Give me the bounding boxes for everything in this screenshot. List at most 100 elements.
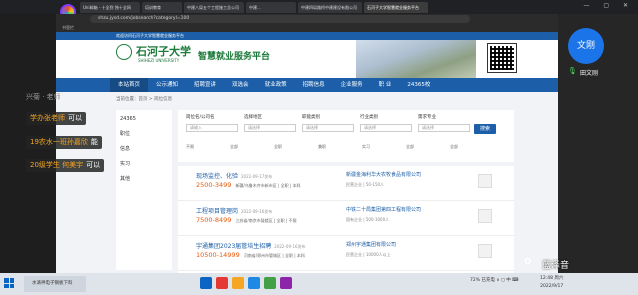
main-nav: 本站首页 公示通知 招聘宣讲 双选会 就业政策 招聘信息 企业服务 职 业 24… [56,78,558,92]
qr-code-icon [487,43,517,73]
job-date: 2022-09-16发布 [241,209,273,214]
browser-tab[interactable]: 中建四局路桥中建建设有限公司 [298,1,362,13]
url-input[interactable]: shzu.jysd.com/jobsearch?categoryl=100 [90,15,470,23]
watermark-text: 蓝泽音 [542,261,570,271]
welcome-strip: 欢迎访问石河子大学智慧就业服务平台 [56,32,558,40]
speaker-avatar[interactable]: 文刚 [568,28,604,64]
folder-icon[interactable] [232,277,244,289]
keyword-input[interactable]: 请输入 [186,124,238,132]
nav-24365[interactable]: 24365校 [399,78,438,92]
speaker-name: 田文刚 [580,70,599,77]
browser-icon[interactable] [216,277,228,289]
web-page: 欢迎访问石河子大学智慧就业服务平台 石河子大学 SHIHEZI UNIVERSI… [56,32,558,273]
filter-option[interactable]: 全部 [450,144,458,150]
browser-tabbar: Uni邮箱 - 十全到 独十全网 培训教育 中建八局五个工程施工总公司 中建..… [0,0,638,14]
side-item[interactable]: 信息 [116,139,172,154]
university-emblem-icon [116,44,132,60]
nav-career[interactable]: 职 业 [371,78,400,92]
job-title[interactable]: 现场监控、化验 [196,173,238,180]
filter-label: 需求专业 [418,115,436,120]
nav-enterprise[interactable]: 企业服务 [333,78,371,92]
nav-policy[interactable]: 就业政策 [257,78,295,92]
edge-icon[interactable] [248,277,260,289]
nav-fairs[interactable]: 双选会 [224,78,257,92]
taskview-icon[interactable] [200,277,212,289]
browser-tab-active[interactable]: 石河子大学智慧就业服务平台 [364,1,428,13]
job-salary: 10500-14999 [196,251,240,259]
job-list: 现场监控、化验 2022-09-17发布 2500-3499 新疆/乌鲁木齐市新市区… [178,166,514,273]
taskbar-app-button[interactable]: 水滴神电子钢板下料 [24,276,86,292]
filter-option[interactable]: 全职 [274,144,282,150]
chat-message: 学办张老师 可以 [26,112,86,125]
browser-tab[interactable]: 中建... [246,1,296,13]
job-card[interactable]: 工程项目管理岗 2022-09-16发布 7500-8499 江苏省/南京市鼓楼区 … [178,203,514,236]
industry-select[interactable]: 请选择 [360,124,412,132]
job-date: 2022-09-17发布 [241,174,273,179]
chat-text: 能 [90,138,98,146]
filter-label: 岗位名/公司名 [186,115,215,120]
search-filter-box: 岗位名/公司名 选择地区 职能类别 行业类别 需求专业 请输入 请选择 请选择 … [178,110,514,162]
region-select[interactable]: 请选择 [244,124,296,132]
major-select[interactable]: 请选择 [418,124,470,132]
wechat-app-icon[interactable] [264,277,276,289]
chat-sender: 19农水一班孙嘉欣 [30,138,88,146]
job-title[interactable]: 工程项目管理岗 [196,208,238,215]
side-item[interactable]: 职位 [116,124,172,139]
company-tags: 民营企业 | 10000人以上 [346,252,391,257]
clock-time: 12:48 周六 [540,276,564,281]
job-salary: 7500-8499 [196,216,232,224]
system-tray[interactable]: 72% 已充电 ∧ ◻ 中 ⌨ [470,277,519,283]
wechat-icon: ✿ [524,257,532,267]
start-menu-icon[interactable] [4,278,14,288]
side-item[interactable]: 其他 [116,169,172,184]
company-name[interactable]: 新疆金海利华大农牧食品有限公司 [346,171,421,178]
filter-option[interactable]: 全部 [230,144,238,150]
filter-option[interactable]: 实习 [362,144,370,150]
chat-sender: 20级学生 何美宇 [30,161,84,169]
side-item[interactable]: 实习 [116,154,172,169]
side-item[interactable]: 24365 [116,110,172,124]
job-salary: 2500-3499 [196,181,232,189]
search-button[interactable]: 搜索 [474,124,496,134]
microphone-icon: 🎙 [568,67,577,75]
filter-option[interactable]: 全部 [406,144,414,150]
job-meta: 河南省/郑州市管城区 | 全职 | 本科 [243,253,305,258]
filter-label: 选择地区 [244,115,262,120]
window-controls[interactable]: — ▢ ✕ [583,2,634,9]
company-name[interactable]: 郑州宇通集团有限公司 [346,241,396,248]
job-card[interactable]: 现场监控、化验 2022-09-17发布 2500-3499 新疆/乌鲁木齐市新市区… [178,168,514,201]
filter-label: 职能类别 [302,115,320,120]
job-meta: 江苏省/南京市鼓楼区 | 全职 | 不限 [235,218,297,223]
filter-option[interactable]: 兼职 [318,144,326,150]
bookmarks-bar: 书签栏 [56,24,638,32]
company-tags: 国有企业 | 500-1000人 [346,217,390,222]
chat-text: 可以 [68,114,82,122]
site-header [56,40,558,78]
category-sidepanel: 24365 职位 信息 实习 其他 [116,110,172,270]
company-logo [478,244,492,258]
company-logo [478,209,492,223]
company-logo [478,174,492,188]
chat-text: 可以 [86,161,101,169]
browser-tab[interactable]: Uni邮箱 - 十全到 独十全网 [80,1,140,13]
campus-banner-image [356,40,476,78]
nav-jobs[interactable]: 招聘信息 [295,78,333,92]
job-title[interactable]: 宇通集团2023届管培生招聘 [196,243,271,250]
function-select[interactable]: 请选择 [302,124,354,132]
filter-label: 行业类别 [360,115,378,120]
filter-option[interactable]: 不限 [186,144,194,150]
app-icon[interactable] [280,277,292,289]
job-card[interactable]: 宇通集团2023届管培生招聘 2022-09-16发布 10500-14999 河南… [178,238,514,271]
company-name[interactable]: 中铁二十局集团第四工程有限公司 [346,206,421,213]
nav-notices[interactable]: 公示通知 [148,78,186,92]
company-tags: 民营企业 | 50-150人 [346,182,385,187]
university-name-en: SHIHEZI UNIVERSITY [138,58,180,63]
taskbar-clock[interactable]: 12:48 周六 2022/9/17 [540,275,563,291]
nav-home[interactable]: 本站首页 [110,78,149,92]
platform-title: 智慧就业服务平台 [198,52,271,62]
university-name: 石河子大学 [136,45,191,58]
browser-tab[interactable]: 中建八局五个工程施工总公司 [184,1,244,13]
clock-date: 2022/9/17 [540,284,564,289]
browser-tab[interactable]: 培训教育 [142,1,182,13]
nav-talks[interactable]: 招聘宣讲 [186,78,224,92]
